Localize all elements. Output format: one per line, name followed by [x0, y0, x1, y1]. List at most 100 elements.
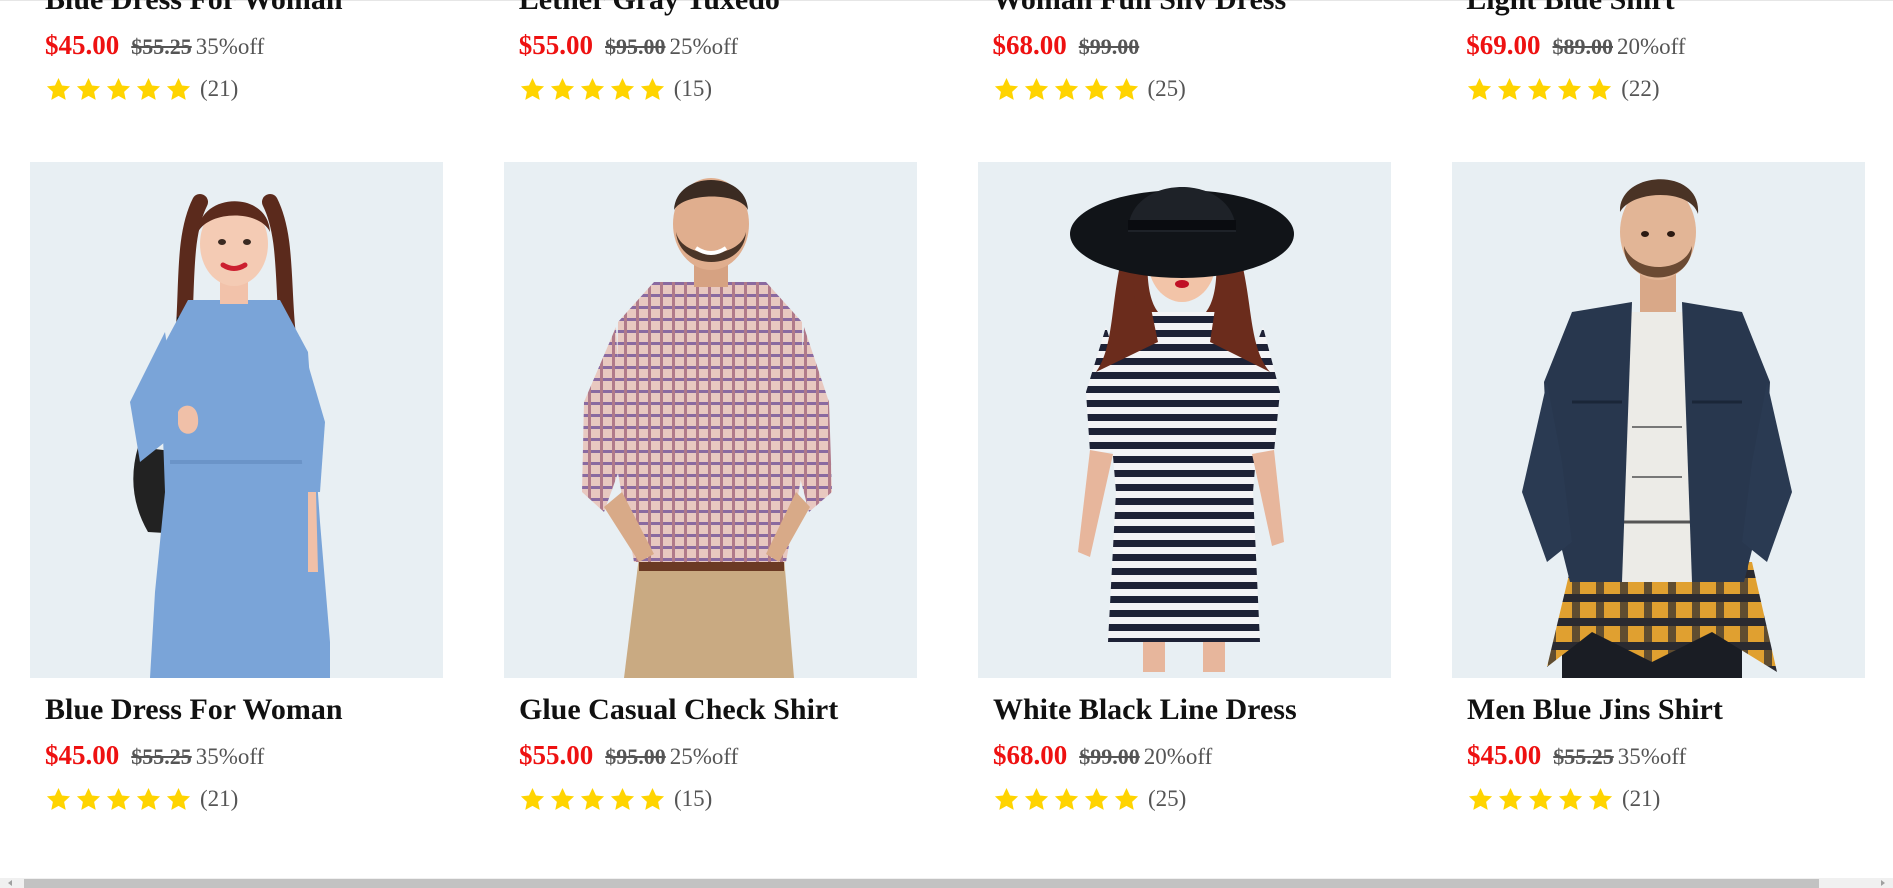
star-icon: [1084, 77, 1108, 100]
star-icon: [76, 787, 101, 810]
star-icon: [1114, 787, 1139, 810]
man-check-shirt-photo-icon: [582, 178, 832, 678]
star-icon: [994, 77, 1018, 100]
price-line: $45.00 $55.25 35%off: [45, 30, 443, 62]
product-price: $69.00: [1466, 30, 1541, 60]
woman-striped-dress-photo-icon: [1070, 187, 1294, 672]
product-card[interactable]: Glue Casual Check Shirt $55.00 $95.00 25%o…: [504, 162, 917, 814]
old-price: $95.00: [605, 744, 666, 769]
old-price: $55.25: [131, 34, 192, 59]
star-icon: [46, 77, 71, 100]
star-icon: [994, 787, 1019, 810]
product-card[interactable]: Woman Full Sliv Dress $68.00 $99.00 (25): [978, 0, 1391, 104]
price-line: $68.00 $99.00 20%off: [993, 740, 1391, 772]
price-line: $55.00 $95.00 25%off: [519, 30, 917, 62]
scroll-left-arrow-icon[interactable]: [0, 878, 22, 888]
star-icon: [1498, 77, 1522, 100]
product-price: $55.00: [519, 740, 594, 770]
star-icon: [1558, 77, 1582, 100]
star-icon: [1024, 787, 1049, 810]
star-icon: [520, 787, 545, 810]
price-line: $69.00 $89.00 20%off: [1466, 30, 1864, 62]
star-icon: [640, 77, 664, 100]
price-line: $55.00 $95.00 25%off: [519, 740, 917, 772]
product-price: $45.00: [45, 740, 120, 770]
product-price: $68.00: [993, 740, 1068, 770]
star-icon: [550, 77, 574, 100]
star-icon: [1054, 77, 1078, 100]
star-icon: [610, 77, 634, 100]
product-image[interactable]: [1452, 162, 1865, 678]
star-icon: [76, 77, 101, 100]
star-icon: [550, 787, 575, 810]
old-price: $55.25: [131, 744, 192, 769]
rating-count: (25): [1147, 76, 1186, 101]
product-price: $55.00: [518, 30, 593, 60]
discount-label: 25%off: [669, 744, 739, 769]
product-name[interactable]: White Black Line Dress: [993, 692, 1391, 728]
rating-count: (21): [200, 786, 239, 811]
product-image[interactable]: [978, 162, 1391, 678]
product-price: $68.00: [992, 30, 1067, 60]
product-card[interactable]: White Black Line Dress $68.00 $99.00 20%of…: [978, 162, 1391, 814]
product-image[interactable]: [504, 162, 917, 678]
price-line: $45.00 $55.25 35%off: [45, 740, 443, 772]
star-icon: [580, 77, 604, 100]
rating: (25): [993, 74, 1391, 104]
rating: (15): [519, 784, 917, 814]
discount-label: 35%off: [195, 744, 265, 769]
woman-blue-dress-photo-icon: [130, 194, 330, 678]
scrollbar-thumb[interactable]: [24, 879, 1819, 888]
star-icon: [640, 787, 665, 810]
product-name[interactable]: Glue Casual Check Shirt: [519, 692, 917, 728]
star-icon: [610, 787, 635, 810]
old-price: $99.00: [1078, 34, 1140, 59]
star-icon: [1588, 787, 1613, 810]
product-grid-page: Blue Dress For Woman $45.00$55.2535%off …: [0, 0, 1893, 888]
product-name[interactable]: Woman Full Sliv Dress: [993, 0, 1391, 18]
star-icon: [1084, 787, 1109, 810]
product-price: $45.00: [1467, 740, 1542, 770]
rating-count: (25): [1148, 786, 1187, 811]
star-icon: [1468, 787, 1493, 810]
horizontal-scrollbar[interactable]: [0, 878, 1893, 888]
product-name[interactable]: Men Blue Jins Shirt: [1467, 692, 1865, 728]
man-denim-jacket-photo-icon: [1522, 179, 1792, 678]
star-icon: [106, 787, 131, 810]
discount-label: 20%off: [1143, 744, 1213, 769]
rating: (21): [45, 74, 443, 104]
old-price: $89.00: [1552, 34, 1614, 59]
price-line: $68.00 $99.00: [993, 30, 1391, 62]
product-name[interactable]: Blue Dress For Woman: [45, 692, 443, 728]
old-price: $95.00: [605, 34, 666, 59]
product-name[interactable]: Light Blue Shirt: [1466, 0, 1864, 18]
star-icon: [46, 787, 71, 810]
star-icon: [1498, 787, 1523, 810]
product-card[interactable]: Lether Gray Tuxedo $55.00 $95.0025%off (1…: [504, 0, 917, 104]
product-card[interactable]: Blue Dress For Woman $45.00$55.2535%off …: [30, 0, 443, 104]
discount-label: 35%off: [195, 34, 265, 59]
product-image[interactable]: [30, 162, 443, 678]
star-icon: [1114, 77, 1138, 100]
product-name[interactable]: Blue Dress For Woman: [45, 0, 443, 18]
star-icon: [166, 787, 191, 810]
star-icon: [1528, 787, 1553, 810]
star-icon: [1588, 77, 1612, 100]
product-name[interactable]: Lether Gray Tuxedo: [519, 0, 917, 18]
product-row: Blue Dress For Woman $45.00 $55.25 35%off …: [30, 162, 1865, 814]
star-icon: [520, 77, 544, 100]
product-card[interactable]: Blue Dress For Woman $45.00$55.2535%off …: [30, 162, 443, 814]
rating: (25): [993, 784, 1391, 814]
star-icon: [136, 787, 161, 810]
discount-label: 20%off: [1617, 34, 1686, 59]
scroll-right-arrow-icon[interactable]: [1871, 878, 1893, 888]
product-card[interactable]: Men Blue Jins Shirt $45.00 $55.25 35%off (…: [1452, 162, 1865, 814]
product-card[interactable]: Light Blue Shirt $69.00 $89.0020%off (22): [1451, 0, 1864, 104]
star-icon: [1468, 77, 1492, 100]
old-price: $55.25: [1553, 744, 1614, 769]
rating-count: (15): [674, 786, 713, 811]
rating-count: (22): [1621, 76, 1660, 101]
star-icon: [580, 787, 605, 810]
rating: (21): [45, 784, 443, 814]
rating: (21): [1467, 784, 1865, 814]
